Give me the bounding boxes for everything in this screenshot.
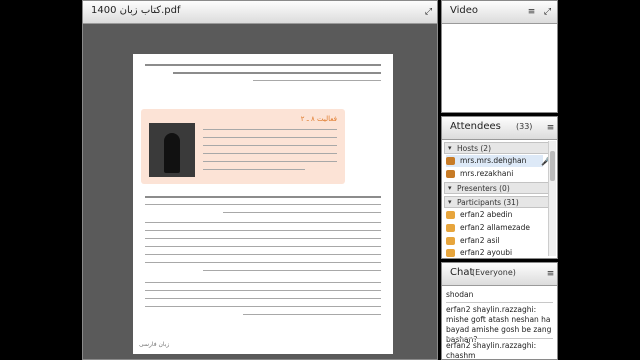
chat-pod: Chat (Everyone) ≡ shodan erfan2 shaylin.… xyxy=(441,262,558,360)
fullscreen-icon[interactable]: ⤢ xyxy=(423,7,434,18)
activity-heading: فعالیت ۸ ـ ۲ xyxy=(300,115,337,123)
chat-message: erfan2 shaylin.razzaghi: chashm xyxy=(446,338,553,360)
list-item[interactable]: erfan2 allamezade xyxy=(446,222,543,234)
participant-icon xyxy=(446,211,455,219)
video-pod-titlebar: Video ≡ ⤢ xyxy=(442,1,557,24)
participant-icon xyxy=(446,249,455,257)
activity-photo xyxy=(149,123,195,177)
fullscreen-icon[interactable]: ⤢ xyxy=(542,7,553,18)
participant-icon xyxy=(446,237,455,245)
chat-sender: erfan2 shaylin.razzaghi: xyxy=(446,341,537,350)
chat-sender: erfan2 shaylin.razzaghi: xyxy=(446,305,537,314)
attendees-count: (33) xyxy=(516,122,533,131)
video-pod: Video ≡ ⤢ xyxy=(441,0,558,113)
attendees-title: Attendees xyxy=(450,121,501,132)
document-title: کتاب زبان 1400.pdf xyxy=(91,5,181,16)
chat-title: Chat xyxy=(450,267,474,278)
chat-audience: (Everyone) xyxy=(472,268,516,277)
attendees-scrollbar[interactable] xyxy=(548,141,556,256)
list-item[interactable]: mrs.rezakhani xyxy=(446,168,543,180)
document-viewer[interactable]: فعالیت ۸ ـ ۲ زبان فارسی xyxy=(83,24,437,359)
document-pod: کتاب زبان 1400.pdf ⤢ فعالیت ۸ ـ ۲ زبان ف… xyxy=(82,0,438,360)
chat-text: chashm xyxy=(446,351,476,360)
host-icon xyxy=(446,157,455,165)
presenters-section-header[interactable]: Presenters (0) xyxy=(444,182,555,194)
menu-icon[interactable]: ≡ xyxy=(545,123,556,134)
chat-pod-titlebar: Chat (Everyone) ≡ xyxy=(442,263,557,286)
participants-section-header[interactable]: Participants (31) xyxy=(444,196,555,208)
pdf-page: فعالیت ۸ ـ ۲ زبان فارسی xyxy=(133,54,393,354)
host-icon xyxy=(446,170,455,178)
menu-icon[interactable]: ≡ xyxy=(526,7,537,18)
attendees-pod-titlebar: Attendees (33) ≡ xyxy=(442,117,557,140)
video-area xyxy=(442,24,557,112)
list-item[interactable]: erfan2 ayoubi xyxy=(446,247,543,258)
hosts-section-header[interactable]: Hosts (2) xyxy=(444,142,555,154)
activity-box: فعالیت ۸ ـ ۲ xyxy=(141,109,345,184)
attendees-pod: Attendees (33) ≡ Hosts (2) mrs.mrs.dehgh… xyxy=(441,116,558,259)
list-item[interactable]: mrs.mrs.dehghan 🎤 xyxy=(446,155,551,167)
list-item[interactable]: erfan2 abedin xyxy=(446,209,543,221)
chat-message: shodan xyxy=(446,290,474,299)
list-item[interactable]: erfan2 asil xyxy=(446,235,543,247)
video-title: Video xyxy=(450,5,479,16)
participant-icon xyxy=(446,224,455,232)
document-pod-titlebar: کتاب زبان 1400.pdf ⤢ xyxy=(83,1,437,24)
menu-icon[interactable]: ≡ xyxy=(545,269,556,280)
page-footer: زبان فارسی xyxy=(139,341,170,348)
